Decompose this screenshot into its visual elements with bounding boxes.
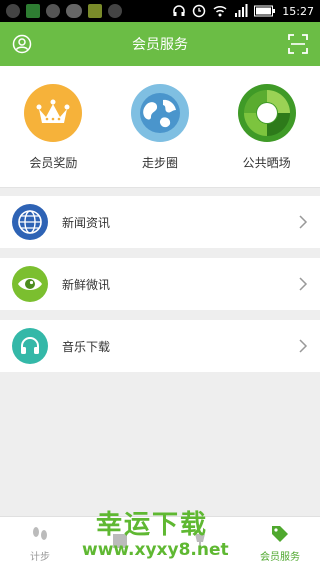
nav-item-2[interactable] <box>80 517 160 568</box>
signal-icon <box>235 4 248 17</box>
notification-icon-1 <box>6 4 20 18</box>
tag-icon <box>269 523 291 545</box>
headphones-icon <box>12 328 48 364</box>
nav-item-label: 计步 <box>30 551 50 563</box>
feature-walking-circle[interactable]: 走步圈 <box>112 84 208 187</box>
battery-icon <box>254 5 276 17</box>
app-bar: 会员服务 <box>0 22 320 66</box>
feature-label: 公共晒场 <box>242 156 291 170</box>
list-item-label: 新闻资讯 <box>62 215 111 230</box>
user-icon[interactable] <box>12 34 32 54</box>
feature-grid: 会员奖励 走步圈 公共晒场 <box>0 66 320 188</box>
globe-icon <box>12 204 48 240</box>
headphones-icon <box>173 5 186 16</box>
nav-item-3[interactable] <box>160 517 240 568</box>
footprints-icon <box>29 523 51 545</box>
status-right: 15:27 <box>172 4 314 18</box>
nav-item-member-service[interactable]: 会员服务 <box>240 517 320 568</box>
notification-icon-3 <box>46 4 60 18</box>
service-list: 新闻资讯 新鲜微讯 音乐下载 <box>0 196 320 382</box>
feature-member-rewards[interactable]: 会员奖励 <box>5 84 101 187</box>
feature-label: 走步圈 <box>141 156 178 170</box>
list-item-news[interactable]: 新闻资讯 <box>0 196 320 248</box>
notification-icon-5 <box>88 4 102 18</box>
feature-public-showcase[interactable]: 公共晒场 <box>219 84 315 187</box>
book-icon <box>109 530 131 552</box>
crown-icon <box>24 84 83 142</box>
notification-icon-6 <box>108 4 122 18</box>
recycle-icon <box>237 84 296 142</box>
chevron-right-icon <box>299 339 308 353</box>
page-title: 会员服务 <box>132 37 188 53</box>
list-item-music-download[interactable]: 音乐下载 <box>0 320 320 372</box>
cup-icon <box>189 530 211 552</box>
eye-icon <box>12 266 48 302</box>
bottom-nav: 计步 会员服务 <box>0 516 320 568</box>
scan-icon[interactable] <box>288 34 308 54</box>
globe-icon <box>130 84 189 142</box>
chevron-right-icon <box>299 215 308 229</box>
list-item-label: 新鲜微讯 <box>62 277 111 292</box>
chevron-right-icon <box>299 277 308 291</box>
list-item-label: 音乐下载 <box>62 339 111 354</box>
nav-item-label: 会员服务 <box>260 551 300 563</box>
feature-label: 会员奖励 <box>29 156 78 170</box>
status-bar: 15:27 <box>0 0 320 22</box>
notification-icon-2 <box>26 4 40 18</box>
notification-icon-4 <box>66 4 82 18</box>
nav-item-step-count[interactable]: 计步 <box>0 517 80 568</box>
wifi-icon <box>213 5 227 17</box>
clock-icon <box>193 4 206 18</box>
status-left-icons <box>6 4 122 18</box>
clock-time: 15:27 <box>282 4 314 18</box>
list-item-fresh-microblog[interactable]: 新鲜微讯 <box>0 258 320 310</box>
